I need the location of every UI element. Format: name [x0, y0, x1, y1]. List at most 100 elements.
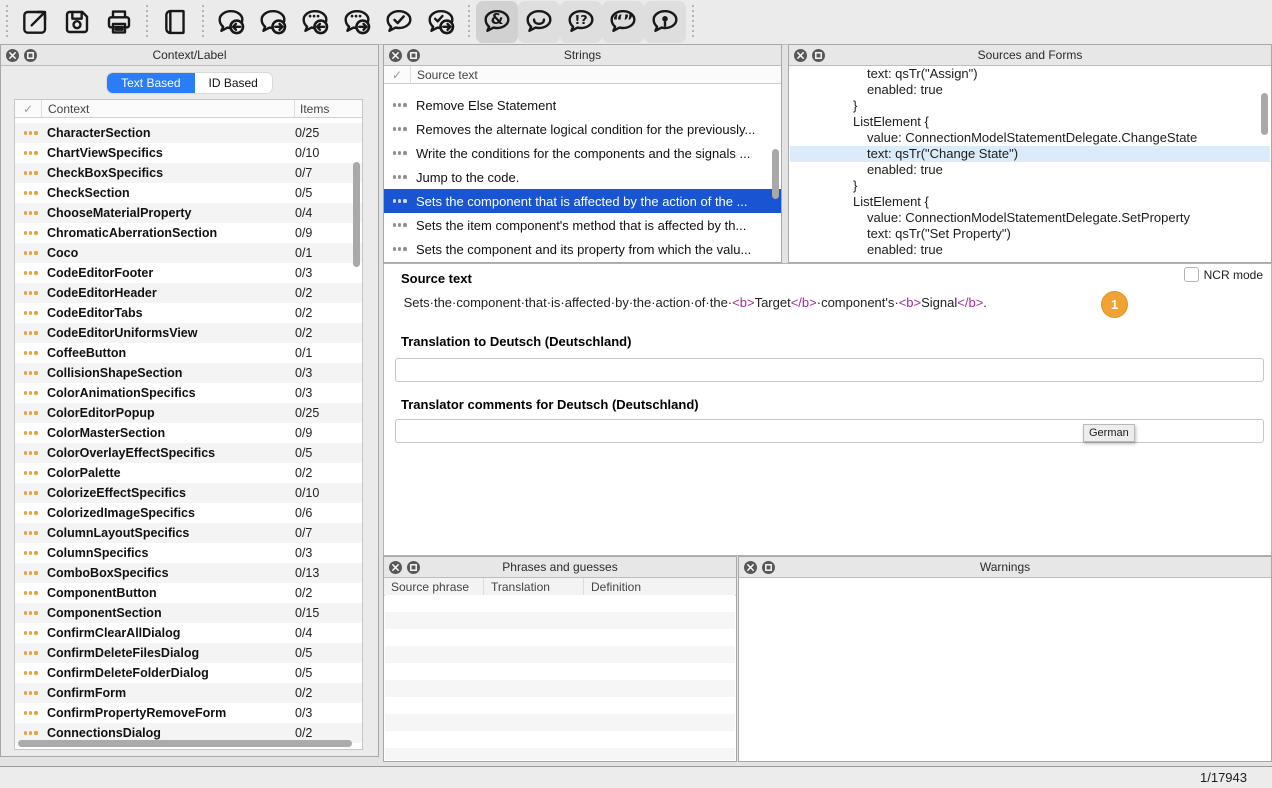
- string-row[interactable]: Remove Else Statement: [384, 93, 781, 117]
- float-icon[interactable]: [812, 49, 825, 62]
- context-row[interactable]: ConfirmForm0/2: [15, 683, 362, 703]
- context-row[interactable]: CheckSection0/5: [15, 183, 362, 203]
- sources-panel: Sources and Forms text: qsTr("Assign")en…: [788, 44, 1272, 263]
- accelerators-button[interactable]: &: [476, 1, 518, 43]
- ending-punctuation-button[interactable]: !?: [560, 1, 602, 43]
- next-unfinished-button[interactable]: [336, 1, 378, 43]
- context-row[interactable]: ColorEditorPopup0/25: [15, 403, 362, 423]
- next-button[interactable]: [252, 1, 294, 43]
- context-row[interactable]: ComponentButton0/2: [15, 583, 362, 603]
- save-icon: [61, 6, 93, 38]
- context-row[interactable]: ColumnSpecifics0/3: [15, 543, 362, 563]
- context-row[interactable]: ConfirmPropertyRemoveForm0/3: [15, 703, 362, 723]
- phrasebook-button[interactable]: [154, 1, 196, 43]
- context-row[interactable]: CodeEditorTabs0/2: [15, 303, 362, 323]
- context-row[interactable]: CodeEditorUniformsView0/2: [15, 323, 362, 343]
- float-icon[interactable]: [407, 49, 420, 62]
- context-row[interactable]: ConfirmDeleteFilesDialog0/5: [15, 643, 362, 663]
- unfinished-dots-icon: [393, 247, 409, 250]
- open-button[interactable]: [14, 1, 56, 43]
- svg-text:&: &: [491, 11, 504, 28]
- ncr-mode-checkbox[interactable]: [1184, 267, 1199, 282]
- phrases-table-header: Source phrase Translation Definition: [384, 578, 736, 596]
- strings-vertical-scrollbar[interactable]: [772, 149, 779, 199]
- context-row[interactable]: ComboBoxSpecifics0/13: [15, 563, 362, 583]
- done-column-header[interactable]: ✓: [384, 66, 411, 83]
- context-row[interactable]: ChromaticAberrationSection0/9: [15, 223, 362, 243]
- definition-column-header[interactable]: Definition: [584, 578, 736, 595]
- context-panel: Context/Label Text Based ID Based ✓ Cont…: [0, 44, 379, 757]
- place-markers-button[interactable]: [644, 1, 686, 43]
- count-badge: 1: [1101, 291, 1128, 318]
- string-row[interactable]: Write the conditions for the components …: [384, 141, 781, 165]
- string-row[interactable]: Sets the component and its property from…: [384, 237, 781, 261]
- prev-button[interactable]: [210, 1, 252, 43]
- close-icon[interactable]: [389, 49, 402, 62]
- context-row[interactable]: ColorAnimationSpecifics0/3: [15, 383, 362, 403]
- done-and-next-button[interactable]: [420, 1, 462, 43]
- unfinished-dots-icon: [24, 551, 40, 554]
- source-text-column-header[interactable]: Source text: [411, 66, 781, 83]
- context-vertical-scrollbar[interactable]: [353, 162, 360, 267]
- context-row[interactable]: CharacterSection0/25: [15, 123, 362, 143]
- source-text-label: Source text: [401, 271, 472, 286]
- context-row[interactable]: ColumnLayoutSpecifics0/7: [15, 523, 362, 543]
- code-line: text: qsTr("Set Property"): [790, 226, 1270, 242]
- context-row[interactable]: ChooseMaterialProperty0/4: [15, 203, 362, 223]
- context-row[interactable]: CheckBoxSpecifics0/7: [15, 163, 362, 183]
- prev-unfinished-button[interactable]: [294, 1, 336, 43]
- float-icon[interactable]: [24, 49, 37, 62]
- surrounding-whitespace-button[interactable]: [518, 1, 560, 43]
- context-items-count: 0/15: [295, 606, 362, 620]
- context-row[interactable]: ColorOverlayEffectSpecifics0/5: [15, 443, 362, 463]
- done-icon: [383, 6, 415, 38]
- done-button[interactable]: [378, 1, 420, 43]
- context-row[interactable]: ComponentSection0/15: [15, 603, 362, 623]
- context-row[interactable]: CodeEditorFooter0/3: [15, 263, 362, 283]
- context-row[interactable]: ConfirmDeleteFolderDialog0/5: [15, 663, 362, 683]
- print-button[interactable]: [98, 1, 140, 43]
- close-icon[interactable]: [6, 49, 19, 62]
- translation-input[interactable]: [395, 358, 1264, 382]
- sources-vertical-scrollbar[interactable]: [1261, 93, 1268, 135]
- panel-title: Sources and Forms: [789, 48, 1271, 62]
- tab-id-based[interactable]: ID Based: [195, 73, 272, 93]
- tab-text-based[interactable]: Text Based: [107, 73, 194, 93]
- phrase-matches-button[interactable]: “”: [602, 1, 644, 43]
- context-column-header[interactable]: Context: [42, 100, 295, 117]
- context-row[interactable]: ColorPalette0/2: [15, 463, 362, 483]
- float-icon[interactable]: [407, 561, 420, 574]
- context-name: CharacterControllerSection: [47, 118, 295, 120]
- context-row[interactable]: ConfirmClearAllDialog0/4: [15, 623, 362, 643]
- close-icon[interactable]: [389, 561, 402, 574]
- string-row-selected[interactable]: Sets the component that is affected by t…: [384, 189, 781, 213]
- context-items-count: 0/5: [295, 646, 362, 660]
- context-row[interactable]: ChartViewSpecifics0/10: [15, 143, 362, 163]
- context-row[interactable]: ColorMasterSection0/9: [15, 423, 362, 443]
- context-row[interactable]: ColorizeEffectSpecifics0/10: [15, 483, 362, 503]
- translation-column-header[interactable]: Translation: [484, 578, 584, 595]
- context-row[interactable]: Coco0/1: [15, 243, 362, 263]
- save-button[interactable]: [56, 1, 98, 43]
- context-row[interactable]: CoffeeButton0/1: [15, 343, 362, 363]
- close-icon[interactable]: [744, 561, 757, 574]
- close-icon[interactable]: [794, 49, 807, 62]
- context-horizontal-scrollbar[interactable]: [18, 740, 352, 747]
- context-items-count: 0/3: [295, 706, 362, 720]
- context-items-count: 0/4: [295, 626, 362, 640]
- print-icon: [103, 6, 135, 38]
- main-toolbar: &!?“”: [0, 0, 1272, 45]
- string-row[interactable]: Jump to the code.: [384, 165, 781, 189]
- string-row[interactable]: Removes the alternate logical condition …: [384, 117, 781, 141]
- context-row[interactable]: CollisionShapeSection0/3: [15, 363, 362, 383]
- source-phrase-column-header[interactable]: Source phrase: [384, 578, 484, 595]
- done-column-header[interactable]: ✓: [15, 100, 42, 117]
- items-column-header[interactable]: Items: [295, 100, 362, 117]
- context-items-count: 0/7: [295, 166, 362, 180]
- string-row[interactable]: Sets the item component's method that is…: [384, 213, 781, 237]
- context-row[interactable]: ColorizedImageSpecifics0/6: [15, 503, 362, 523]
- float-icon[interactable]: [762, 561, 775, 574]
- context-items-count: 0/2: [295, 326, 362, 340]
- context-row[interactable]: CodeEditorHeader0/2: [15, 283, 362, 303]
- code-line: enabled: true: [790, 162, 1270, 178]
